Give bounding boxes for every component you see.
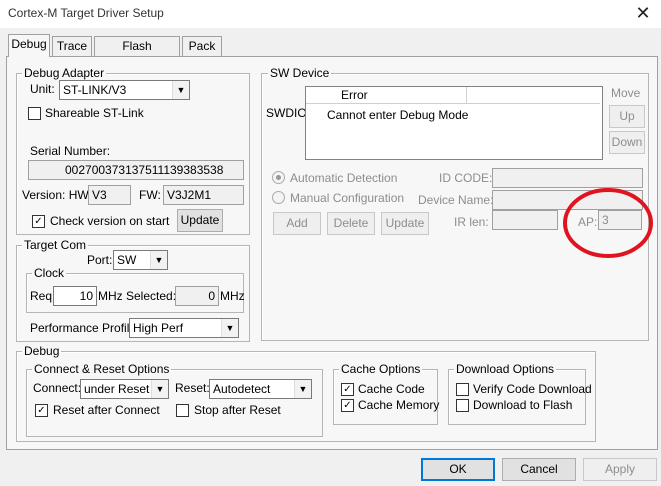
req-label: Req:: [30, 289, 56, 303]
error-column-header[interactable]: Error: [306, 87, 467, 104]
cancel-button[interactable]: Cancel: [502, 458, 576, 481]
device-name-label: Device Name:: [418, 193, 494, 207]
target-com-legend: Target Com: [22, 238, 89, 252]
selected-field: 0: [175, 286, 219, 306]
move-down-button[interactable]: Down: [609, 131, 645, 154]
chevron-down-icon: ▼: [294, 380, 311, 398]
swdio-label: SWDIO: [266, 106, 307, 120]
stop-after-reset-checkbox[interactable]: [176, 404, 189, 417]
port-value: SW: [117, 253, 137, 267]
move-up-button[interactable]: Up: [609, 105, 645, 128]
cache-code-label: Cache Code: [358, 382, 425, 396]
apply-button[interactable]: Apply: [583, 458, 657, 481]
ir-len-label: IR len:: [454, 215, 489, 229]
port-select[interactable]: SW ▼: [113, 250, 168, 270]
performance-profile-select[interactable]: High Perf ▼: [129, 318, 239, 338]
unit-value: ST-LINK/V3: [63, 83, 127, 97]
connect-value: under Reset: [84, 382, 150, 396]
shareable-stlink-checkbox[interactable]: [28, 107, 41, 120]
automatic-detection-label: Automatic Detection: [290, 171, 398, 185]
chevron-down-icon: ▼: [172, 81, 189, 99]
sw-device-legend: SW Device: [268, 66, 332, 80]
selected-label: Selected:: [126, 289, 177, 303]
serial-number-label: Serial Number:: [30, 144, 111, 158]
delete-device-button[interactable]: Delete: [327, 212, 375, 235]
tab-flash-download[interactable]: Flash Download: [94, 36, 180, 71]
cache-memory-checkbox[interactable]: ✓: [341, 399, 354, 412]
manual-configuration-radio[interactable]: [272, 191, 285, 204]
unit-label: Unit:: [30, 82, 55, 96]
cache-code-checkbox[interactable]: ✓: [341, 383, 354, 396]
fw-version-value: V3J2M1: [167, 188, 212, 202]
debug-adapter-legend: Debug Adapter: [22, 66, 107, 80]
update-device-button[interactable]: Update: [381, 212, 429, 235]
req-value: 10: [79, 289, 93, 303]
cache-memory-label: Cache Memory: [358, 398, 440, 412]
download-to-flash-label: Download to Flash: [473, 398, 573, 412]
verify-code-download-checkbox[interactable]: [456, 383, 469, 396]
check-version-label: Check version on start: [50, 214, 170, 228]
move-label: Move: [611, 86, 641, 100]
download-options-legend: Download Options: [454, 362, 557, 376]
ir-len-field[interactable]: [492, 210, 558, 230]
manual-configuration-label: Manual Configuration: [290, 191, 405, 205]
reset-value: Autodetect: [213, 382, 271, 396]
automatic-detection-radio[interactable]: [272, 171, 285, 184]
serial-number-value: 002700373137511139383538: [65, 163, 224, 177]
performance-profile-value: High Perf: [133, 321, 184, 335]
error-cell: Cannot enter Debug Mode: [327, 108, 469, 122]
shareable-stlink-label: Shareable ST-Link: [45, 106, 144, 120]
error-column-label: Error: [341, 88, 368, 102]
adapter-update-button[interactable]: Update: [177, 209, 223, 232]
ok-button[interactable]: OK: [421, 458, 495, 481]
stop-after-reset-label: Stop after Reset: [194, 403, 281, 417]
red-annotation-circle: [563, 188, 653, 258]
unit-select[interactable]: ST-LINK/V3 ▼: [59, 80, 190, 100]
connect-label: Connect:: [33, 381, 82, 395]
selected-value: 0: [208, 289, 215, 303]
reset-label: Reset:: [175, 381, 210, 395]
table-header-filler: [467, 87, 600, 104]
chevron-down-icon: ▼: [151, 380, 168, 398]
version-hw-label: Version: HW:: [22, 188, 92, 202]
req-input[interactable]: 10: [53, 286, 97, 306]
fw-version-field: V3J2M1: [163, 185, 244, 205]
check-version-checkbox[interactable]: ✓: [32, 215, 45, 228]
serial-number-field: 002700373137511139383538: [28, 160, 244, 180]
tab-pack[interactable]: Pack: [182, 36, 222, 56]
add-device-button[interactable]: Add: [273, 212, 321, 235]
clock-legend: Clock: [32, 266, 67, 280]
sw-device-table[interactable]: Error Cannot enter Debug Mode: [305, 86, 603, 160]
req-unit: MHz: [98, 289, 123, 303]
close-icon[interactable]: ✕: [628, 2, 658, 24]
window-title: Cortex-M Target Driver Setup: [8, 6, 164, 20]
hw-version-field: V3: [88, 185, 131, 205]
connect-reset-legend: Connect & Reset Options: [32, 362, 172, 376]
debug-legend: Debug: [22, 344, 62, 358]
download-to-flash-checkbox[interactable]: [456, 399, 469, 412]
reset-after-connect-checkbox[interactable]: ✓: [35, 404, 48, 417]
hw-version-value: V3: [92, 188, 107, 202]
reset-after-connect-label: Reset after Connect: [53, 403, 160, 417]
reset-select[interactable]: Autodetect ▼: [209, 379, 312, 399]
performance-profile-label: Performance Profile:: [30, 321, 140, 335]
verify-code-download-label: Verify Code Download: [473, 382, 592, 396]
cache-options-legend: Cache Options: [339, 362, 423, 376]
chevron-down-icon: ▼: [150, 251, 167, 269]
id-code-label: ID CODE:: [439, 171, 493, 185]
selected-unit: MHz: [220, 289, 245, 303]
tab-debug[interactable]: Debug: [8, 34, 50, 57]
connect-select[interactable]: under Reset ▼: [80, 379, 169, 399]
fw-label: FW:: [139, 188, 161, 202]
tab-trace[interactable]: Trace: [52, 36, 92, 56]
chevron-down-icon: ▼: [221, 319, 238, 337]
port-label: Port:: [87, 253, 113, 267]
